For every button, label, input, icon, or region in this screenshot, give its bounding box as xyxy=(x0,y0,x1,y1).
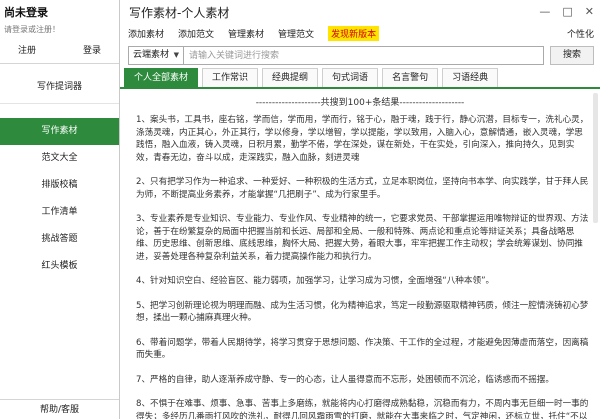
menu-manage-samples[interactable]: 管理范文 xyxy=(278,27,314,40)
result-count-header: --------------------共搜到100+条结果----------… xyxy=(255,98,465,108)
sidebar-item-label: 范文大全 xyxy=(41,153,78,163)
search-input[interactable] xyxy=(184,46,544,65)
window-title: 写作素材-个人素材 xyxy=(129,6,230,20)
tab-famous-quotes[interactable]: 名言警句 xyxy=(382,68,439,87)
window-controls: — □ ✕ xyxy=(539,5,594,18)
sidebar-item-prompter[interactable]: 写作提词器 xyxy=(0,70,119,104)
sidebar-item-label: 工作清单 xyxy=(41,207,78,217)
chevron-down-icon: ▼ xyxy=(173,51,179,59)
menu-add-sample[interactable]: 添加范文 xyxy=(178,27,214,40)
menu-personalize[interactable]: 个性化 xyxy=(567,27,594,40)
sidebar-item-label: 挑战答题 xyxy=(41,234,78,244)
login-status-title: 尚未登录 xyxy=(4,6,48,19)
close-icon[interactable]: ✕ xyxy=(585,5,594,18)
sidebar-item-label: 写作素材 xyxy=(41,126,78,136)
category-tabs: 个人全部素材 工作常识 经典提纲 句式词语 名言警句 习语经典 xyxy=(120,68,600,89)
help-support-link[interactable]: 帮助/客服 xyxy=(0,399,119,419)
register-link[interactable]: 注册 xyxy=(18,43,36,56)
list-item[interactable]: 5、把学习创新理论视为明理而融、成为生活习惯，化为精神追求，笃定一段勤源驱取精神… xyxy=(136,300,590,325)
sidebar: 尚未登录 请登录或注册！ 注册 登录 写作提词器 写作素材 范文大全 排版校稿 … xyxy=(0,0,120,419)
scrollbar[interactable] xyxy=(593,93,598,223)
tab-sentence-phrases[interactable]: 句式词语 xyxy=(322,68,379,87)
title-bar: 写作素材-个人素材 — □ ✕ xyxy=(120,0,600,24)
tab-work-knowledge[interactable]: 工作常识 xyxy=(202,68,259,87)
sidebar-user-panel: 尚未登录 请登录或注册！ 注册 登录 xyxy=(0,0,119,64)
tab-classic-idioms[interactable]: 习语经典 xyxy=(442,68,499,87)
category-select-value: 云端素材 xyxy=(133,50,170,60)
auth-links: 注册 登录 xyxy=(4,43,115,56)
sidebar-item-typesetting[interactable]: 排版校稿 xyxy=(0,172,119,199)
menu-bar: 添加素材 添加范文 管理素材 管理范文 发现新版本 个性化 xyxy=(120,24,600,42)
menu-add-material[interactable]: 添加素材 xyxy=(128,27,164,40)
search-button[interactable]: 搜索 xyxy=(550,46,594,65)
sidebar-item-label: 写作提词器 xyxy=(36,82,82,92)
list-item[interactable]: 1、案头书，工具书，座右铭，学而信，学而用，学而行，铭于心，融于魂，践于行，静心… xyxy=(136,114,590,164)
list-item[interactable]: 3、专业素养是专业知识、专业能力、专业作风、专业精神的统一，它要求党员、干部掌握… xyxy=(136,213,590,263)
sidebar-item-materials[interactable]: 写作素材 xyxy=(0,118,119,145)
sidebar-item-worklist[interactable]: 工作清单 xyxy=(0,199,119,226)
maximize-icon[interactable]: □ xyxy=(562,5,572,18)
search-row: 云端素材 ▼ 搜索 xyxy=(120,44,600,70)
sidebar-item-label: 排版校稿 xyxy=(41,180,78,190)
results-panel: --------------------共搜到100+条结果----------… xyxy=(120,91,600,419)
list-item[interactable]: 4、针对知识空白、经验盲区、能力弱项，加强学习，让学习成为习惯，全面增强“八种本… xyxy=(136,275,590,288)
minimize-icon[interactable]: — xyxy=(539,5,550,18)
list-item[interactable]: 2、只有把学习作为一种追求、一种爱好、一种积极的生活方式，立足本职岗位，坚持向书… xyxy=(136,176,590,201)
menu-new-version[interactable]: 发现新版本 xyxy=(328,25,380,41)
tab-classic-outlines[interactable]: 经典提纲 xyxy=(262,68,319,87)
list-item[interactable]: 6、带着问题学，带着人民期待学，将学习贯穿于思想问题、作决策、干工作的全过程，才… xyxy=(136,337,590,362)
sidebar-item-label: 红头模板 xyxy=(41,261,78,271)
main-panel: 写作素材-个人素材 — □ ✕ 添加素材 添加范文 管理素材 管理范文 发现新版… xyxy=(120,0,600,419)
results-list: 1、案头书，工具书，座右铭，学而信，学而用，学而行，铭于心，融于魂，践于行，静心… xyxy=(120,108,600,419)
sidebar-item-samples[interactable]: 范文大全 xyxy=(0,145,119,172)
login-link[interactable]: 登录 xyxy=(83,43,101,56)
list-item[interactable]: 7、严格的自律，助人逐渐养成守静、专一的心态，让人虽得意而不忘形，处困顿而不沉沦… xyxy=(136,374,590,387)
menu-manage-materials[interactable]: 管理素材 xyxy=(228,27,264,40)
list-item[interactable]: 8、不惧于在难事、烦事、急事、苦事上多磨练，就能将内心打磨得成熟黏稳，沉稳而有力… xyxy=(136,398,590,419)
tab-all-materials[interactable]: 个人全部素材 xyxy=(124,68,199,87)
login-hint: 请登录或注册！ xyxy=(4,25,60,34)
sidebar-item-quiz[interactable]: 挑战答题 xyxy=(0,226,119,253)
category-select[interactable]: 云端素材 ▼ xyxy=(128,46,184,65)
sidebar-item-templates[interactable]: 红头模板 xyxy=(0,253,119,280)
